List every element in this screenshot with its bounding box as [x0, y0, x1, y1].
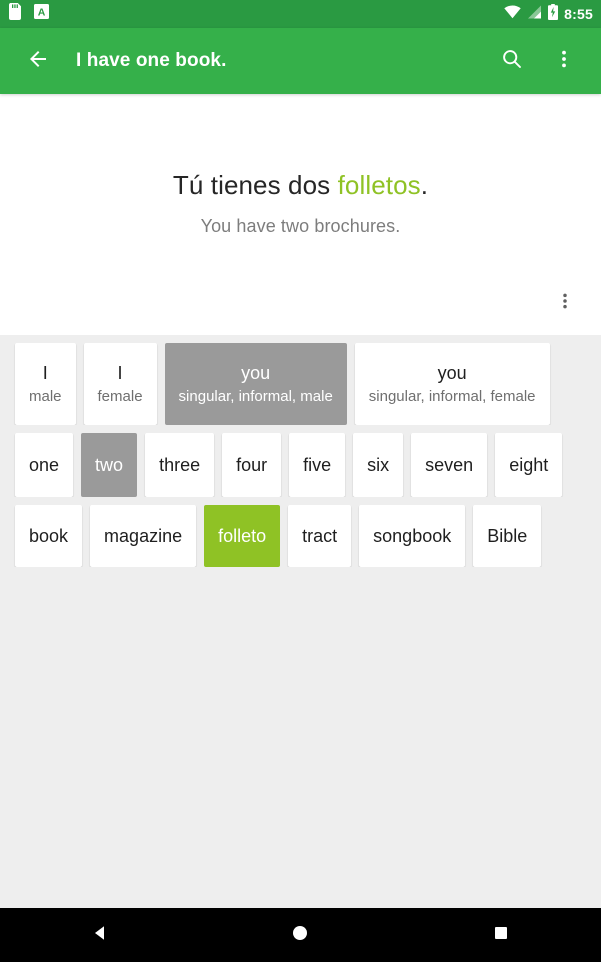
- nav-back-button[interactable]: [55, 908, 145, 962]
- pronoun-row[interactable]: Imale Ifemale you singular, informal, male y…: [0, 343, 601, 425]
- back-arrow-icon: [26, 47, 50, 76]
- word-chip[interactable]: Ifemale: [83, 343, 157, 425]
- word-chip-label: eight: [509, 454, 549, 475]
- noun-row[interactable]: book magazine folleto tract songbook Bible: [0, 505, 601, 567]
- app-screen: A 8:55 I have one book. Tú tienes dos fo…: [0, 0, 601, 962]
- word-chip-label: seven: [425, 454, 474, 475]
- sentence-prefix: Tú tienes dos: [172, 170, 338, 200]
- nav-home-circle-icon: [290, 923, 310, 948]
- word-chip-label: you: [241, 363, 271, 383]
- word-chip-label: songbook: [373, 525, 452, 546]
- status-bar: A 8:55: [0, 0, 601, 28]
- battery-charging-icon: [548, 3, 559, 25]
- number-row[interactable]: one two three four five six seven eight: [0, 433, 601, 497]
- word-chip[interactable]: four: [222, 433, 282, 497]
- nav-home-button[interactable]: [255, 908, 345, 962]
- word-chip[interactable]: folleto: [204, 505, 281, 567]
- overflow-menu-icon: [555, 291, 575, 316]
- word-chip[interactable]: eight: [495, 433, 563, 497]
- word-chip-label: tract: [302, 525, 338, 546]
- word-chip-label: five: [303, 454, 332, 475]
- card-overflow-menu-button[interactable]: [543, 281, 587, 325]
- word-chip[interactable]: magazine: [90, 505, 197, 567]
- app-toolbar: I have one book.: [0, 28, 601, 94]
- word-chip[interactable]: five: [289, 433, 346, 497]
- word-chip-label: I: [117, 363, 123, 383]
- word-chip-sublabel: singular, informal, male: [178, 387, 333, 405]
- wifi-icon: [504, 4, 521, 24]
- overflow-menu-icon: [552, 47, 576, 76]
- word-chip-label: I: [42, 363, 48, 383]
- word-chip[interactable]: tract: [288, 505, 352, 567]
- svg-text:A: A: [38, 7, 46, 19]
- nav-back-triangle-icon: [90, 923, 110, 948]
- nav-recents-button[interactable]: [456, 908, 546, 962]
- word-chip[interactable]: six: [353, 433, 404, 497]
- word-chip[interactable]: one: [15, 433, 74, 497]
- nav-recents-square-icon: [491, 923, 511, 948]
- status-bar-right-icons: 8:55: [504, 3, 593, 25]
- word-chip-label: one: [29, 454, 60, 475]
- app-notification-icon: A: [34, 4, 49, 24]
- status-bar-clock: 8:55: [564, 6, 593, 22]
- word-chip[interactable]: Imale: [15, 343, 76, 425]
- target-sentence: Tú tienes dos folletos.: [173, 170, 428, 201]
- word-chip-label: magazine: [104, 525, 183, 546]
- word-chip[interactable]: Bible: [473, 505, 542, 567]
- word-chip-sublabel: female: [97, 387, 143, 405]
- sentence-card: Tú tienes dos folletos. You have two bro…: [0, 94, 601, 335]
- word-chip-label: two: [95, 454, 124, 475]
- search-icon: [500, 47, 524, 76]
- word-chip[interactable]: two: [81, 433, 138, 497]
- word-chip[interactable]: you singular, informal, female: [354, 343, 550, 425]
- word-chip-sublabel: male: [29, 387, 62, 405]
- word-chip-label: six: [367, 454, 390, 475]
- word-chip-label: three: [159, 454, 201, 475]
- cellular-signal-icon: [527, 5, 542, 24]
- word-chip[interactable]: seven: [411, 433, 488, 497]
- sd-card-icon: [8, 2, 22, 25]
- word-chip-label: you: [437, 363, 467, 383]
- back-button[interactable]: [14, 37, 62, 85]
- word-chip[interactable]: you singular, informal, male: [164, 343, 347, 425]
- android-navigation-bar: [0, 908, 601, 962]
- overflow-menu-button[interactable]: [541, 37, 587, 85]
- sentence-highlight-word[interactable]: folletos: [338, 170, 421, 200]
- word-chip-label: book: [29, 525, 69, 546]
- word-chip-label: folleto: [218, 525, 267, 546]
- word-chip[interactable]: songbook: [359, 505, 466, 567]
- word-chip-label: four: [236, 454, 268, 475]
- toolbar-actions: [489, 37, 587, 85]
- page-title: I have one book.: [76, 50, 227, 71]
- word-chip[interactable]: three: [145, 433, 215, 497]
- word-chip[interactable]: book: [15, 505, 83, 567]
- word-chip-label: Bible: [487, 525, 528, 546]
- status-bar-left-icons: A: [8, 2, 49, 25]
- sentence-suffix: .: [420, 170, 429, 200]
- word-chip-sublabel: singular, informal, female: [368, 387, 536, 405]
- translation-text: You have two brochures.: [200, 216, 401, 236]
- word-chooser-rows: Imale Ifemale you singular, informal, male y…: [0, 335, 601, 567]
- search-button[interactable]: [489, 37, 535, 85]
